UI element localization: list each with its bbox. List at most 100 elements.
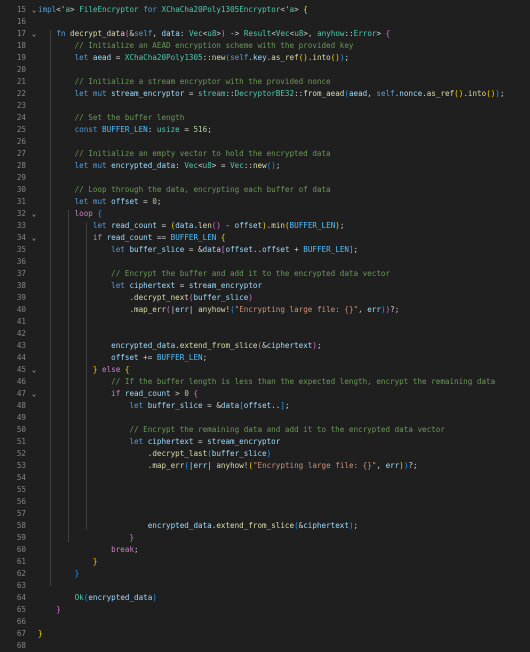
code-line[interactable]: 42	[0, 328, 530, 340]
code-line[interactable]: 25 const BUFFER_LEN: usize = 516;	[0, 124, 530, 136]
code-line[interactable]: 59 }	[0, 532, 530, 544]
code-token: ()	[330, 53, 340, 62]
code-line[interactable]: 46 // If the buffer length is less than …	[0, 376, 530, 388]
code-line[interactable]: 38 let ciphertext = stream_encryptor	[0, 280, 530, 292]
code-line[interactable]: 60 break;	[0, 544, 530, 556]
code-token: }	[74, 569, 80, 578]
code-line[interactable]: 43 encrypted_data.extend_from_slice(&cip…	[0, 340, 530, 352]
code-line[interactable]: 31 let mut offset = 0;	[0, 196, 530, 208]
code-line[interactable]: 65 }	[0, 604, 530, 616]
code-line[interactable]: 57	[0, 508, 530, 520]
code-line[interactable]: 68	[0, 640, 530, 652]
code-token: else	[102, 365, 121, 374]
fold-chevron-icon[interactable]: ⌄	[30, 4, 38, 16]
code-line[interactable]: 28 let mut encrypted_data: Vec<u8> = Vec…	[0, 160, 530, 172]
code-text: } else {	[38, 364, 130, 376]
code-line[interactable]: 50 // Encrypt the remaining data and add…	[0, 424, 530, 436]
code-token: into	[312, 53, 331, 62]
code-token: buffer_slice	[129, 245, 185, 254]
code-token: data	[202, 245, 221, 254]
code-line[interactable]: 39 .decrypt_next(buffer_slice)	[0, 292, 530, 304]
line-number: 31	[16, 197, 26, 206]
line-number: 53	[16, 461, 26, 470]
code-token: // If the buffer length is less than the…	[111, 377, 496, 386]
code-line[interactable]: 32 ⌄ loop {	[0, 208, 530, 220]
code-line[interactable]: 21 // Initialize a stream encryptor with…	[0, 76, 530, 88]
code-line[interactable]: 33 let read_count = (data.len() - offset…	[0, 220, 530, 232]
fold-chevron-icon[interactable]: ⌄	[30, 388, 38, 400]
code-line[interactable]: 58 encrypted_data.extend_from_slice(&cip…	[0, 520, 530, 532]
line-number: 26	[16, 137, 26, 146]
code-line[interactable]: 52 .decrypt_last(buffer_slice)	[0, 448, 530, 460]
code-line[interactable]: 64 Ok(encrypted_data)	[0, 592, 530, 604]
line-number: 54	[16, 473, 26, 482]
code-line[interactable]: 34 ⌄ if read_count == BUFFER_LEN {	[0, 232, 530, 244]
code-token: ;	[353, 521, 359, 530]
code-line[interactable]: 36	[0, 256, 530, 268]
code-line[interactable]: 66	[0, 616, 530, 628]
fold-chevron-icon[interactable]: ⌄	[30, 208, 38, 220]
code-line[interactable]: 45 ⌄ } else {	[0, 364, 530, 376]
code-line[interactable]: 19 let aead = XChaCha20Poly1305::new(sel…	[0, 52, 530, 64]
fold-chevron-icon[interactable]: ⌄	[30, 232, 38, 244]
code-token: // Encrypt the remaining data and add it…	[129, 425, 445, 434]
code-line[interactable]: 35 let buffer_slice = &data[offset..offs…	[0, 244, 530, 256]
code-line[interactable]: 37 // Encrypt the buffer and add it to t…	[0, 268, 530, 280]
code-token: {	[97, 209, 103, 218]
code-token: >	[376, 29, 386, 38]
code-line[interactable]: 24 // Set the buffer length	[0, 112, 530, 124]
code-line[interactable]: 44 offset += BUFFER_LEN;	[0, 352, 530, 364]
code-line[interactable]: 47 ⌄ if read_count > 0 {	[0, 388, 530, 400]
code-token: ;	[353, 245, 359, 254]
code-token: >	[170, 389, 185, 398]
code-token: ::	[225, 89, 235, 98]
code-line[interactable]: 15 ⌄ impl<'a> FileEncryptor for XChaCha20P…	[0, 4, 530, 16]
code-line[interactable]: 61 }	[0, 556, 530, 568]
code-line[interactable]: 67}	[0, 628, 530, 640]
code-token: offset	[225, 245, 253, 254]
code-line[interactable]: 49	[0, 412, 530, 424]
code-line[interactable]: 29	[0, 172, 530, 184]
code-line[interactable]: 41	[0, 316, 530, 328]
code-token: ::	[344, 29, 354, 38]
code-line[interactable]: 54	[0, 472, 530, 484]
fold-chevron-icon[interactable]: ⌄	[30, 28, 38, 40]
code-line[interactable]: 27 // Initialize an empty vector to hold…	[0, 148, 530, 160]
fold-chevron-icon[interactable]: ⌄	[30, 364, 38, 376]
code-line[interactable]: 63	[0, 580, 530, 592]
code-line[interactable]: 51 let ciphertext = stream_encryptor	[0, 436, 530, 448]
code-token: stream_encryptor	[207, 437, 281, 446]
code-line[interactable]: 30 // Loop through the data, encrypting …	[0, 184, 530, 196]
code-line[interactable]: 55	[0, 484, 530, 496]
line-number: 30	[16, 185, 26, 194]
code-line[interactable]: 17 ⌄ fn decrypt_data(&self, data: Vec<u8>…	[0, 28, 530, 40]
code-line[interactable]: 16	[0, 16, 530, 28]
code-line[interactable]: 48 let buffer_slice = &data[offset..];	[0, 400, 530, 412]
code-line[interactable]: 26	[0, 136, 530, 148]
code-token: encrypted_data	[111, 341, 176, 350]
code-editor[interactable]: 15 ⌄ impl<'a> FileEncryptor for XChaCha20P…	[0, 0, 530, 650]
code-token: >	[70, 5, 80, 14]
code-token: ;	[344, 53, 350, 62]
line-number: 17	[16, 29, 26, 38]
code-line[interactable]: 53 .map_err(|err| anyhow!("Encrypting la…	[0, 460, 530, 472]
code-token: ==	[152, 233, 171, 242]
code-line[interactable]: 40 .map_err(|err| anyhow!("Encrypting la…	[0, 304, 530, 316]
line-number: 21	[16, 77, 26, 86]
code-token: nonce	[399, 89, 423, 98]
line-number: 45	[16, 365, 26, 374]
code-token: data	[220, 401, 240, 410]
code-line[interactable]: 56	[0, 496, 530, 508]
code-line[interactable]: 18 // Initialize an AEAD encryption sche…	[0, 40, 530, 52]
code-token: =	[184, 89, 199, 98]
code-line[interactable]: 62 }	[0, 568, 530, 580]
line-number: 58	[16, 521, 26, 530]
code-line[interactable]: 20	[0, 64, 530, 76]
code-line[interactable]: 22 let mut stream_encryptor = stream::De…	[0, 88, 530, 100]
code-line[interactable]: 23	[0, 100, 530, 112]
